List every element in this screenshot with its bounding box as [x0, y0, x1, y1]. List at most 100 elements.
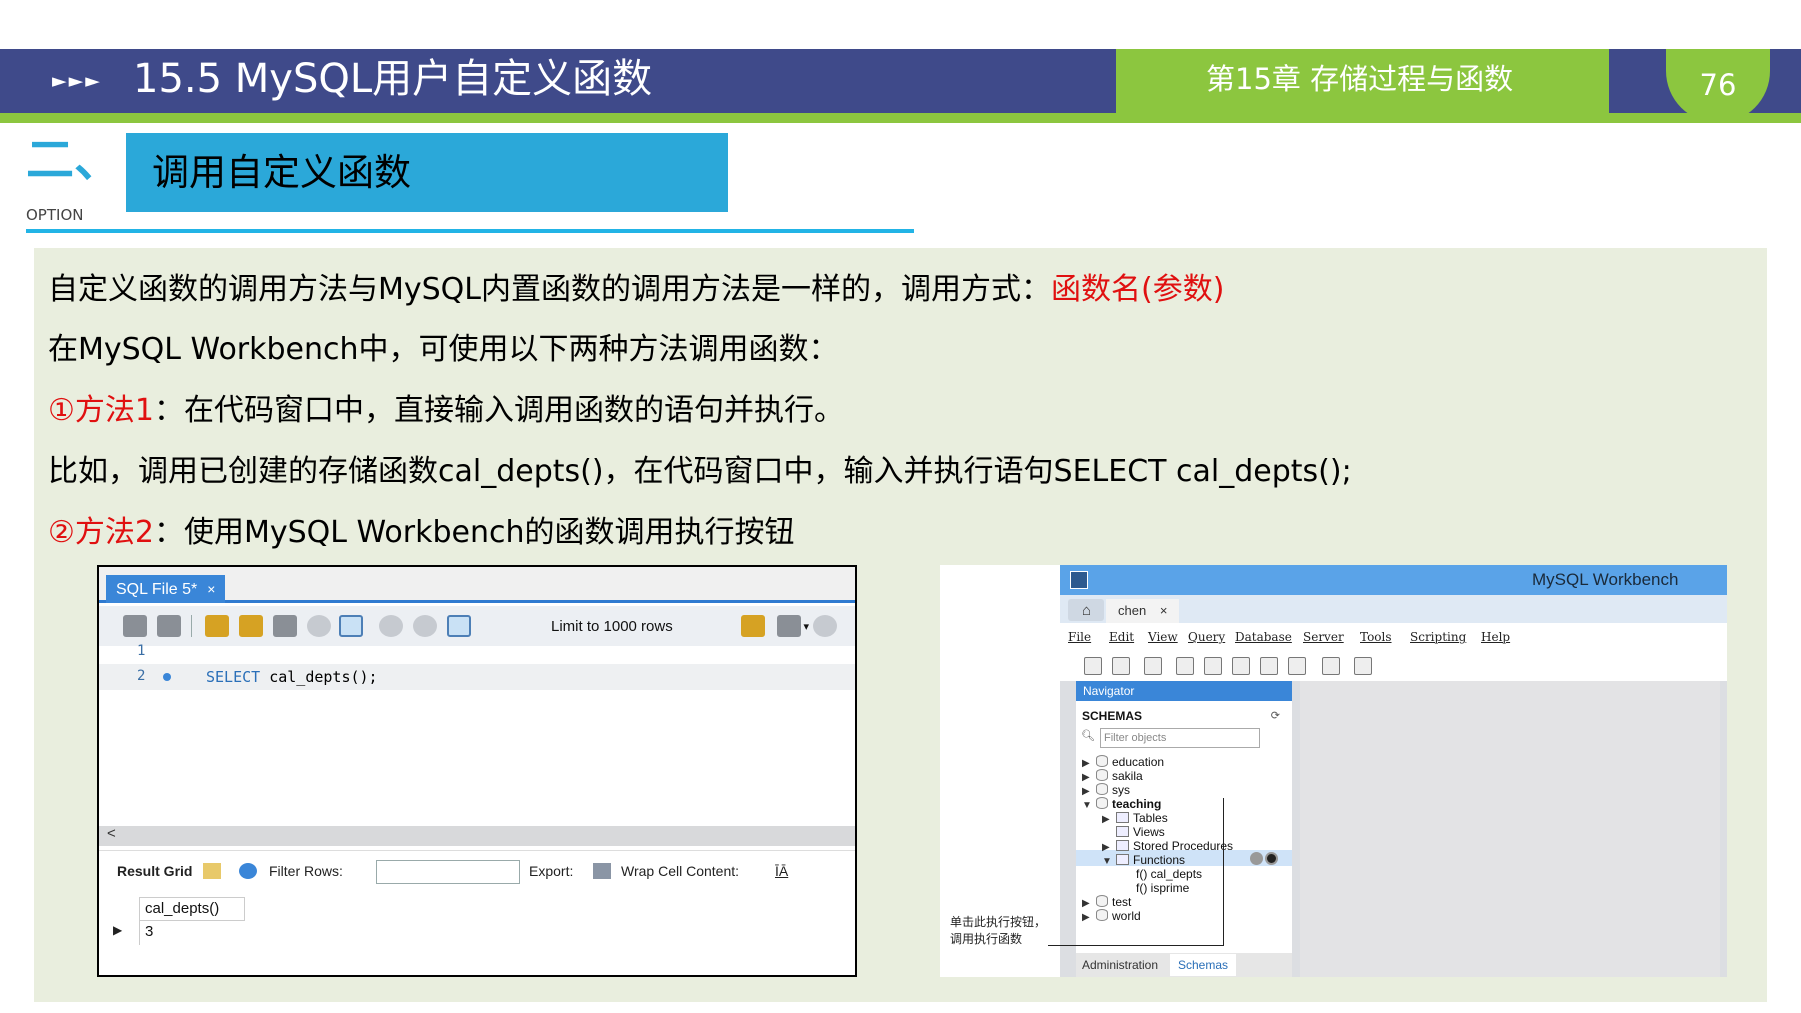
tree-stored-procedures[interactable]: ▶ Stored Procedures	[1102, 839, 1233, 853]
sql-file-tab[interactable]: SQL File 5* ×	[106, 575, 226, 603]
filter-objects-input[interactable]: Filter objects	[1100, 728, 1260, 748]
result-grid-label[interactable]: Result Grid	[117, 863, 192, 879]
execute-current-icon[interactable]	[239, 615, 263, 637]
function-isprime[interactable]: f() isprime	[1136, 881, 1189, 895]
sql-file-tab-label: SQL File 5*	[116, 581, 198, 598]
sql-tab-bar: SQL File 5* ×	[99, 567, 855, 603]
menu-view[interactable]: View	[1148, 630, 1178, 644]
schema-teaching[interactable]: ▼ teaching	[1082, 797, 1161, 811]
navigator-bottom-tabs: Administration Schemas	[1076, 953, 1292, 977]
paragraph-1-highlight: 函数名(参数)	[1051, 272, 1225, 307]
function-action-buttons	[1250, 852, 1280, 866]
schema-education[interactable]: ▶ education	[1082, 755, 1164, 769]
sql-toolbar: Limit to 1000 rows ▾	[99, 606, 855, 646]
method-2-text: ：使用MySQL Workbench的函数调用执行按钮	[153, 515, 795, 550]
line-number: 1	[137, 643, 146, 659]
limit-rows-label: Limit to 1000 rows	[551, 618, 673, 635]
new-sql-tab-icon[interactable]	[1084, 657, 1102, 675]
export-label: Export:	[529, 863, 574, 879]
function-cal-depts[interactable]: f() cal_depts	[1136, 867, 1202, 881]
result-cell[interactable]: 3	[139, 921, 245, 945]
chevron-down-icon: ▾	[803, 621, 809, 633]
filter-rows-input[interactable]	[376, 860, 520, 884]
menu-scripting[interactable]: Scripting	[1410, 630, 1466, 644]
beautify-icon[interactable]	[777, 615, 801, 637]
filter-rows-label: Filter Rows:	[269, 863, 343, 879]
create-procedure-icon[interactable]	[1260, 657, 1278, 675]
inspector-icon[interactable]	[1144, 657, 1162, 675]
menu-server[interactable]: Server	[1303, 630, 1344, 644]
search-icon[interactable]	[813, 615, 837, 637]
menu-query[interactable]: Query	[1188, 630, 1225, 644]
annotation-leader-vertical	[1223, 798, 1224, 946]
grid-view-icon[interactable]	[203, 863, 221, 879]
sql-code-rest: cal_depts();	[260, 668, 378, 686]
tab-close-icon[interactable]: ×	[207, 581, 215, 597]
section-divider	[26, 229, 914, 233]
inspect-icon[interactable]	[1250, 852, 1263, 865]
result-grid: cal_depts() ▶ 3	[99, 892, 855, 975]
open-sql-script-icon[interactable]	[1112, 657, 1130, 675]
home-icon[interactable]: ⌂	[1082, 602, 1091, 619]
reconnect-icon[interactable]	[1354, 657, 1372, 675]
tree-functions[interactable]: ▼ Functions	[1102, 853, 1185, 867]
search-table-data-icon[interactable]	[1322, 657, 1340, 675]
section-option-label: OPTION	[26, 206, 84, 224]
connection-tab[interactable]: chen ×	[1106, 599, 1180, 623]
bookmark-icon[interactable]	[741, 615, 765, 637]
execute-function-icon[interactable]	[1265, 852, 1278, 865]
save-icon[interactable]	[157, 615, 181, 637]
toolbar-separator	[191, 615, 192, 637]
export-icon[interactable]	[593, 863, 611, 879]
schema-test[interactable]: ▶ test	[1082, 895, 1131, 909]
autocommit-icon[interactable]	[447, 615, 471, 637]
refresh-icon[interactable]	[239, 863, 257, 879]
create-view-icon[interactable]	[1232, 657, 1250, 675]
close-icon[interactable]: ×	[1160, 603, 1168, 618]
paragraph-2: 在MySQL Workbench中，可使用以下两种方法调用函数：	[48, 332, 839, 367]
annotation-leader-horizontal	[1048, 945, 1224, 946]
schemas-heading: SCHEMAS	[1082, 709, 1143, 723]
section-title: 调用自定义函数	[152, 151, 411, 194]
workbench-editor-area	[1300, 681, 1720, 977]
menu-file[interactable]: File	[1068, 630, 1091, 644]
menu-edit[interactable]: Edit	[1109, 630, 1134, 644]
page-number: 76	[1699, 68, 1737, 102]
tree-views[interactable]: Views	[1102, 825, 1165, 839]
tab-schemas[interactable]: Schemas	[1170, 954, 1237, 976]
tab-administration[interactable]: Administration	[1082, 958, 1158, 972]
stop-icon[interactable]	[307, 615, 331, 637]
method-1-marker: ①方法1	[48, 393, 154, 428]
paragraph-3: ①方法1：在代码窗口中，直接输入调用函数的语句并执行。	[48, 391, 844, 431]
explain-icon[interactable]	[273, 615, 297, 637]
toggle-error-icon[interactable]	[339, 615, 363, 637]
schema-sakila[interactable]: ▶ sakila	[1082, 769, 1143, 783]
annotation-note: 单击此执行按钮，调用执行函数	[950, 915, 1047, 946]
refresh-schemas-icon[interactable]: ⟳	[1271, 709, 1280, 722]
limit-rows-select[interactable]: Limit to 1000 rows ▾	[547, 615, 815, 639]
menu-help[interactable]: Help	[1481, 630, 1510, 644]
create-function-icon[interactable]	[1288, 657, 1306, 675]
method-2-marker: ②方法2	[48, 515, 154, 550]
paragraph-1-text: 自定义函数的调用方法与MySQL内置函数的调用方法是一样的，调用方式：	[48, 272, 1052, 307]
create-schema-icon[interactable]	[1176, 657, 1194, 675]
commit-icon[interactable]	[379, 615, 403, 637]
paragraph-4: 比如，调用已创建的存储函数cal_depts()，在代码窗口中，输入并执行语句S…	[48, 454, 1352, 489]
scroll-left-icon[interactable]: <	[107, 825, 116, 842]
column-header[interactable]: cal_depts()	[139, 897, 245, 921]
menu-database[interactable]: Database	[1235, 630, 1292, 644]
wrap-cell-icon[interactable]: ĪĀ	[775, 863, 788, 879]
sql-statement[interactable]: SELECT cal_depts();	[206, 668, 378, 686]
window-title: MySQL Workbench	[1532, 570, 1679, 589]
rollback-icon[interactable]	[413, 615, 437, 637]
workbench-toolbar	[1060, 651, 1727, 681]
menu-tools[interactable]: Tools	[1360, 630, 1392, 644]
execute-icon[interactable]	[205, 615, 229, 637]
schema-world[interactable]: ▶ world	[1082, 909, 1141, 923]
open-file-icon[interactable]	[123, 615, 147, 637]
tree-tables[interactable]: ▶ Tables	[1102, 811, 1168, 825]
row-pointer-icon: ▶	[113, 923, 123, 937]
create-table-icon[interactable]	[1204, 657, 1222, 675]
horizontal-scrollbar[interactable]: <	[99, 825, 855, 846]
schema-sys[interactable]: ▶ sys	[1082, 783, 1130, 797]
